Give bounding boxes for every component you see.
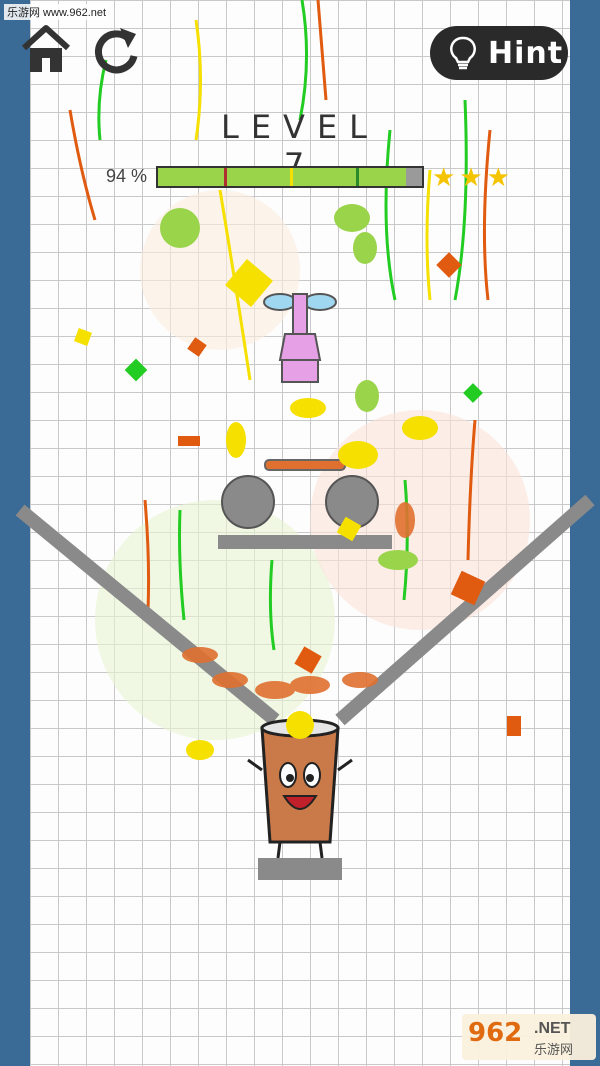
juice-drop: [290, 676, 330, 694]
confetti-piece: [290, 398, 326, 418]
progress-fill: [158, 168, 407, 186]
confetti-piece: [160, 208, 200, 248]
watermark-number: 962: [468, 1018, 523, 1048]
cart-shelf: [218, 535, 392, 549]
star-icon: ★: [486, 162, 510, 192]
cup-pedestal: [258, 858, 342, 880]
confetti-piece: [378, 550, 418, 570]
juice-drop: [212, 672, 248, 688]
restart-button[interactable]: [90, 24, 142, 76]
progress-percent-label: 94 %: [106, 166, 148, 186]
background-orange-slice: [140, 190, 300, 350]
confetti-piece: [178, 436, 200, 446]
cup-pupil: [286, 774, 294, 782]
confetti-piece: [507, 716, 521, 736]
progress-star-marker: [290, 168, 293, 186]
streamer: [68, 109, 97, 221]
faucet-handle-left: [263, 293, 297, 311]
hint-button[interactable]: Hint: [430, 26, 568, 80]
right-wheel: [325, 475, 379, 529]
confetti-piece: [226, 422, 246, 458]
watermark-net: .NET: [534, 1020, 571, 1037]
home-button[interactable]: [20, 24, 72, 76]
streamer: [482, 129, 492, 301]
star-icon: ★: [432, 162, 456, 192]
game-stage: 乐游网 www.962.net Hint LEVEL 7 94 % ★ ★ ★ …: [0, 0, 600, 1066]
streamer: [316, 0, 328, 101]
cup-legs: [276, 841, 324, 859]
confetti-piece: [124, 358, 148, 382]
left-wheel: [221, 475, 275, 529]
watermark-site: 乐游网: [534, 1042, 574, 1057]
home-icon: [21, 25, 71, 72]
streamer: [425, 169, 432, 301]
faucet-handle-right: [303, 293, 337, 311]
watermark-bottom-right: 962 .NET 乐游网: [462, 1014, 596, 1060]
faucet-stem: [292, 293, 308, 335]
confetti-piece: [286, 711, 314, 739]
confetti-piece: [334, 204, 370, 232]
confetti-piece: [74, 328, 92, 346]
confetti-piece: [355, 380, 379, 412]
confetti-piece: [463, 383, 483, 403]
cup-pupil: [306, 774, 314, 782]
hint-label: Hint: [488, 35, 564, 71]
cart-platform: [264, 459, 346, 471]
watermark-top-left: 乐游网 www.962.net: [4, 4, 110, 20]
faucet-body: [278, 333, 322, 361]
streamer: [298, 0, 309, 121]
confetti-piece: [186, 740, 214, 760]
faucet-base[interactable]: [281, 359, 319, 383]
confetti-piece: [338, 441, 378, 469]
confetti-piece: [402, 416, 438, 440]
juice-drop: [342, 672, 378, 688]
star-icon: ★: [459, 162, 483, 192]
progress-star-marker: [224, 168, 227, 186]
juice-drop: [395, 502, 415, 538]
juice-cup[interactable]: [260, 726, 340, 844]
lightbulb-icon: [450, 36, 476, 70]
progress-bar: [156, 166, 424, 188]
restart-icon: [95, 28, 138, 74]
star-rating: ★ ★ ★: [432, 164, 510, 190]
progress-star-marker: [356, 168, 359, 186]
juice-drop: [182, 647, 218, 663]
confetti-piece: [353, 232, 377, 264]
juice-drop: [255, 681, 295, 699]
